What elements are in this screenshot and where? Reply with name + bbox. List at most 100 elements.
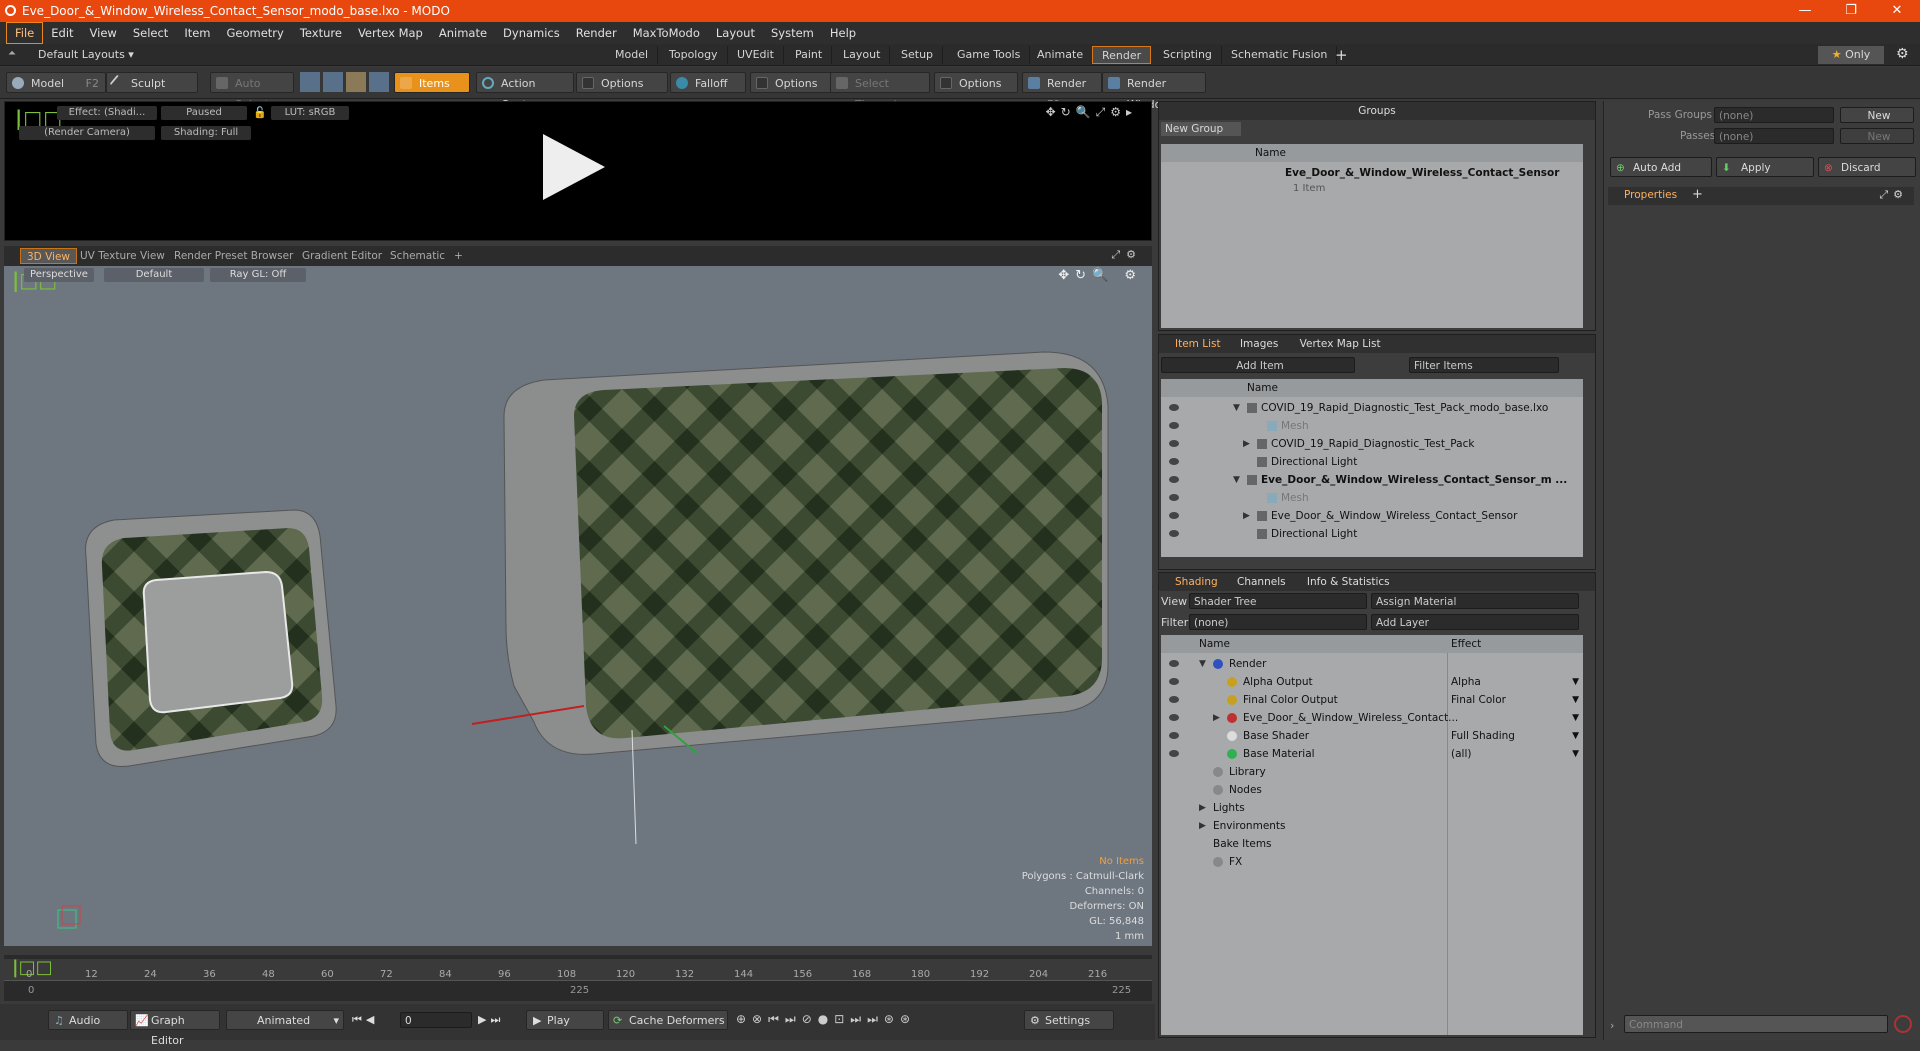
tab-shading[interactable]: Shading (1159, 576, 1224, 588)
tab-uvedit[interactable]: UVEdit (728, 46, 784, 64)
expand-arrow-icon[interactable]: ▶ (1199, 799, 1206, 817)
menu-texture[interactable]: Texture (292, 23, 350, 43)
visibility-eye-icon[interactable] (1169, 678, 1179, 685)
shading-dropdown[interactable]: Shading: Full (161, 126, 251, 140)
shader-tree-row[interactable]: Base Material (all) ▼ (1161, 745, 1583, 763)
default-layouts-dropdown[interactable]: Default Layouts ▾ (38, 48, 134, 61)
shader-tree-row[interactable]: ▶ Lights (1161, 799, 1583, 817)
expand-arrow-icon[interactable]: ▶ (1243, 507, 1250, 525)
new-group-button[interactable]: New Group (1161, 122, 1241, 136)
tab-render[interactable]: Render (1092, 46, 1152, 64)
action-center-options-button[interactable]: Options (576, 72, 668, 93)
3d-viewport[interactable]: |□□ Perspective Default Ray GL: Off ✥↻🔍 … (4, 266, 1152, 946)
play-button[interactable]: ▶ Play (526, 1010, 604, 1030)
visibility-eye-icon[interactable] (1169, 494, 1179, 501)
lock-icon[interactable]: 🔓 (253, 106, 267, 119)
tab-scripting[interactable]: Scripting (1154, 46, 1222, 64)
shader-effect-value[interactable]: (all) (1451, 745, 1471, 763)
visibility-eye-icon[interactable] (1169, 732, 1179, 739)
effect-dropdown[interactable]: Effect: (Shadi... (57, 106, 157, 120)
expand-arrow-icon[interactable]: ▼ (1199, 655, 1206, 673)
shader-tree-row[interactable]: ▶ Environments (1161, 817, 1583, 835)
pass-groups-dropdown[interactable]: (none) (1714, 107, 1834, 123)
tab-model[interactable]: Model (606, 46, 659, 64)
visibility-eye-icon[interactable] (1169, 476, 1179, 483)
chevron-down-icon[interactable]: ▼ (1572, 691, 1579, 709)
vertices-mode-icon[interactable] (300, 72, 320, 92)
new-pass-group-button[interactable]: New (1840, 107, 1914, 123)
tab-layout[interactable]: Layout (834, 46, 891, 64)
tab-game-tools[interactable]: Game Tools (948, 46, 1031, 64)
action-center-button[interactable]: Action Center (476, 72, 574, 111)
filter-items-field[interactable]: Filter Items (1409, 357, 1559, 373)
apply-button[interactable]: ⬇ Apply (1716, 157, 1814, 177)
shader-effect-value[interactable]: Full Shading (1451, 727, 1515, 745)
shader-effect-value[interactable]: Final Color (1451, 691, 1506, 709)
stop-icon[interactable] (1894, 1015, 1912, 1033)
tab-images[interactable]: Images (1230, 338, 1288, 350)
menu-layout[interactable]: Layout (708, 23, 763, 43)
shader-tree-row[interactable]: FX (1161, 853, 1583, 871)
animated-dropdown[interactable]: Animated ▾ (226, 1010, 344, 1030)
skip-forward-icons[interactable]: ▶⏭ (478, 1013, 504, 1027)
expand-arrow-icon[interactable]: ▼ (1233, 471, 1240, 489)
chevron-down-icon[interactable]: ▼ (1572, 727, 1579, 745)
expand-arrow-icon[interactable]: ▼ (1233, 399, 1240, 417)
command-input[interactable]: Command (1624, 1015, 1888, 1033)
visibility-eye-icon[interactable] (1169, 696, 1179, 703)
play-icon[interactable] (543, 134, 605, 200)
sculpt-mode-button[interactable]: Sculpt (106, 72, 198, 93)
menu-dynamics[interactable]: Dynamics (495, 23, 568, 43)
key-controls-icons[interactable]: ⊕⊗⏮⏭⊘●⊡⏭⏭⊛⊛ (736, 1012, 916, 1027)
visibility-eye-icon[interactable] (1169, 422, 1179, 429)
shader-effect-value[interactable]: Alpha (1451, 673, 1481, 691)
filter-dropdown[interactable]: (none) (1189, 614, 1367, 630)
menu-edit[interactable]: Edit (43, 23, 81, 43)
add-view-tab-button[interactable]: + (448, 248, 469, 264)
timeline[interactable]: |□□ 0 12 24 36 48 60 72 84 96 108 120 132 144 156 168 1… (4, 955, 1152, 1001)
tab-uv-texture-view[interactable]: UV Texture View (74, 248, 171, 264)
tab-3d-view[interactable]: 3D View (20, 248, 78, 264)
paused-button[interactable]: Paused (161, 106, 247, 120)
tab-schematic-fusion[interactable]: Schematic Fusion (1222, 46, 1338, 64)
visibility-eye-icon[interactable] (1169, 512, 1179, 519)
item-list-row[interactable]: ▼ COVID_19_Rapid_Diagnostic_Test_Pack_mod… (1161, 399, 1583, 417)
render-window-button[interactable]: Render Window (1102, 72, 1206, 111)
shader-tree-row[interactable]: Bake Items (1161, 835, 1583, 853)
tab-gradient-editor[interactable]: Gradient Editor (296, 248, 388, 264)
shader-tree-row[interactable]: ▶ Eve_Door_&_Window_Wireless_Contact... ▼ (1161, 709, 1583, 727)
expand-arrow-icon[interactable]: ▶ (1213, 709, 1220, 727)
menu-item[interactable]: Item (176, 23, 218, 43)
tab-paint[interactable]: Paint (786, 46, 833, 64)
menu-geometry[interactable]: Geometry (219, 23, 292, 43)
minimize-button[interactable]: — (1782, 0, 1828, 22)
chevron-down-icon[interactable]: ▼ (1572, 709, 1579, 727)
audio-button[interactable]: ♫ Audio (48, 1010, 128, 1030)
auto-select-button[interactable]: Auto Select (210, 72, 294, 111)
tab-animate[interactable]: Animate (1028, 46, 1094, 64)
model-mode-button[interactable]: Model F2 (6, 72, 106, 93)
auto-add-button[interactable]: ⊕ Auto Add (1610, 157, 1712, 177)
shader-tree-row[interactable]: Base Shader Full Shading ▼ (1161, 727, 1583, 745)
close-button[interactable]: ✕ (1874, 0, 1920, 22)
visibility-eye-icon[interactable] (1169, 440, 1179, 447)
item-list-row[interactable]: Mesh (1161, 489, 1583, 507)
camera-dropdown[interactable]: (Render Camera) (19, 126, 155, 140)
settings-button[interactable]: ⚙ Settings (1024, 1010, 1114, 1030)
tab-item-list[interactable]: Item List (1159, 338, 1227, 350)
visibility-eye-icon[interactable] (1169, 714, 1179, 721)
items-mode-button[interactable]: Items (394, 72, 470, 93)
skip-back-icons[interactable]: ⏮◀ (352, 1013, 378, 1027)
menu-animate[interactable]: Animate (431, 23, 495, 43)
visibility-eye-icon[interactable] (1169, 458, 1179, 465)
add-layer-dropdown[interactable]: Add Layer (1371, 614, 1579, 630)
shader-tree-row[interactable]: ▼ Render (1161, 655, 1583, 673)
view-expand-icons[interactable]: ⤢⚙ (1111, 248, 1142, 262)
discard-button[interactable]: ⊗ Discard (1818, 157, 1916, 177)
lut-dropdown[interactable]: LUT: sRGB (271, 106, 349, 120)
menu-view[interactable]: View (82, 23, 125, 43)
shader-tree-row[interactable]: Alpha Output Alpha ▼ (1161, 673, 1583, 691)
visibility-eye-icon[interactable] (1169, 660, 1179, 667)
preview-controls-icons[interactable]: ✥↻🔍⤢⚙▸ (1046, 105, 1137, 120)
falloff-options-button[interactable]: Options (750, 72, 832, 93)
